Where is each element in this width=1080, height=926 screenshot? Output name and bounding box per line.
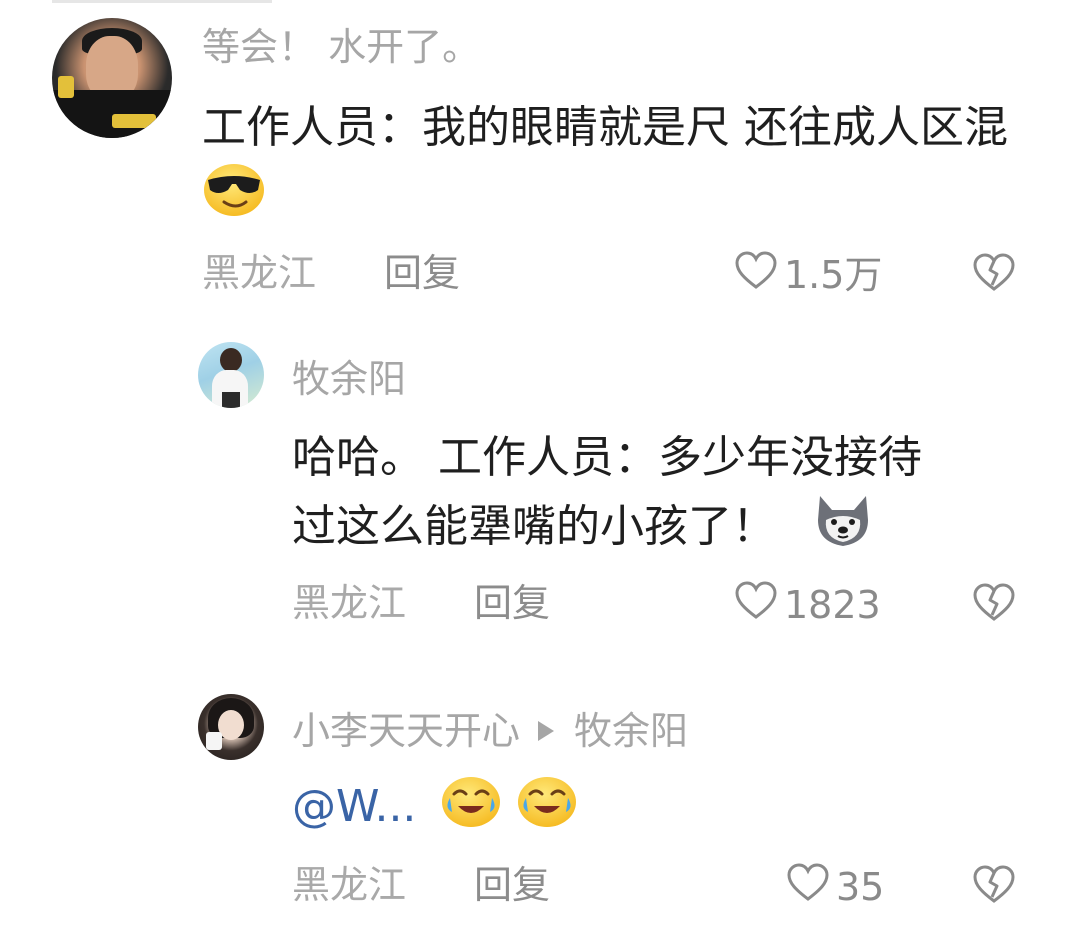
comment-text: 哈哈。 工作人员：多少年没接待 过这么能犟嘴的小孩了！	[292, 426, 1052, 568]
like-count: 1.5万	[784, 253, 883, 297]
broken-heart-icon	[972, 252, 1016, 296]
mention-link[interactable]: @W...	[292, 781, 416, 832]
heart-outline-icon	[734, 250, 778, 300]
like-button[interactable]: 1.5万	[734, 250, 882, 300]
heart-outline-icon	[786, 862, 830, 912]
like-count: 35	[836, 865, 885, 909]
like-button[interactable]: 1823	[734, 580, 881, 630]
comment-text-line-2: 过这么能犟嘴的小孩了！	[292, 490, 1052, 568]
comment-location: 黑龙江	[292, 581, 407, 625]
like-button[interactable]: 35	[786, 862, 884, 912]
reply-to-username[interactable]: 牧余阳	[574, 709, 688, 753]
sunglasses-emoji	[202, 160, 266, 236]
reply-button[interactable]: 回复	[474, 580, 550, 626]
avatar[interactable]	[198, 694, 264, 760]
triangle-right-icon	[538, 720, 555, 741]
like-count: 1823	[784, 583, 881, 627]
dislike-button[interactable]	[972, 252, 1016, 296]
broken-heart-icon	[972, 582, 1016, 626]
comment-text: @W...	[292, 772, 1052, 846]
comment-text-line: 哈哈。 工作人员：多少年没接待	[292, 432, 922, 483]
avatar[interactable]	[198, 342, 264, 408]
comment-location: 黑龙江	[202, 251, 317, 295]
comment-username[interactable]: 牧余阳	[292, 356, 406, 402]
divider	[52, 0, 272, 3]
comment-username[interactable]: 小李天天开心	[292, 709, 520, 753]
crying-laughing-emoji	[440, 772, 502, 846]
avatar[interactable]	[52, 18, 172, 138]
dislike-button[interactable]	[972, 864, 1016, 908]
comment-text-content: 过这么能犟嘴的小孩了！	[292, 501, 776, 552]
comment-username-row: 小李天天开心 牧余阳	[292, 708, 688, 754]
dislike-button[interactable]	[972, 582, 1016, 626]
broken-heart-icon	[972, 864, 1016, 908]
reply-button[interactable]: 回复	[474, 862, 550, 908]
comment-location: 黑龙江	[292, 863, 407, 907]
comment-thread: 等会！ 水开了。 工作人员：我的眼睛就是尺 还往成人区混 黑龙江 回复 1.5万…	[0, 0, 1080, 926]
comment-text: 工作人员：我的眼睛就是尺 还往成人区混	[202, 96, 1042, 236]
comment-text-content: 工作人员：我的眼睛就是尺 还往成人区混	[202, 102, 1008, 153]
reply-button[interactable]: 回复	[384, 250, 460, 296]
heart-outline-icon	[734, 580, 778, 630]
crying-laughing-emoji	[516, 772, 578, 846]
husky-emoji	[812, 490, 874, 568]
comment-username[interactable]: 等会！ 水开了。	[202, 24, 480, 70]
